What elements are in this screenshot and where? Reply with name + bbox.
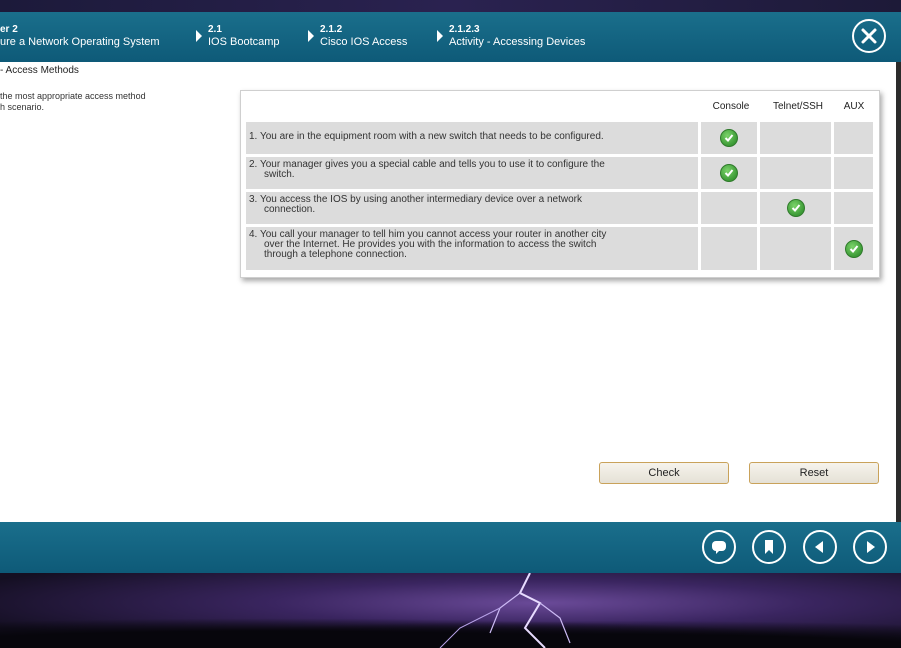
comment-icon	[712, 541, 726, 554]
column-header-telnet-ssh: Telnet/SSH	[772, 101, 824, 112]
column-header-aux: AUX	[843, 101, 865, 112]
drop-cell-aux[interactable]	[834, 192, 873, 224]
scenario-text: switch.	[264, 169, 295, 180]
scenario-text: 2. Your manager gives you a special cabl…	[249, 159, 605, 170]
header-bar: er 2 ure a Network Operating System 2.1 …	[0, 12, 901, 62]
drop-cell-console[interactable]	[701, 192, 757, 224]
breadcrumb-label: IOS Bootcamp	[208, 36, 280, 48]
previous-icon	[815, 541, 823, 553]
activity-panel: Console Telnet/SSH AUX 1. You are in the…	[240, 90, 880, 278]
check-button[interactable]: Check	[599, 462, 729, 484]
scenario-text: through a telephone connection.	[264, 249, 407, 260]
instructions: the most appropriate access method h sce…	[0, 91, 190, 113]
breadcrumb-number: 2.1	[208, 24, 222, 35]
check-icon	[720, 129, 738, 147]
breadcrumb-section[interactable]: 2.1 IOS Bootcamp	[196, 23, 280, 49]
drop-cell-telnet-ssh[interactable]	[760, 227, 831, 270]
right-edge	[896, 62, 901, 522]
content-area: - Access Methods the most appropriate ac…	[0, 62, 901, 522]
bookmark-icon	[765, 540, 773, 554]
breadcrumb-label: Activity - Accessing Devices	[449, 36, 586, 48]
breadcrumb-number: er 2	[0, 24, 18, 35]
breadcrumb-arrow-icon	[196, 30, 202, 42]
drop-cell-console[interactable]	[701, 157, 757, 189]
scenario-row-2[interactable]: 2. Your manager gives you a special cabl…	[246, 157, 698, 189]
drop-cell-aux[interactable]	[834, 122, 873, 154]
reset-button[interactable]: Reset	[749, 462, 879, 484]
scenario-text: connection.	[264, 204, 316, 215]
check-icon	[844, 239, 863, 258]
breadcrumb-arrow-icon	[308, 30, 314, 42]
breadcrumb-subsection[interactable]: 2.1.2 Cisco IOS Access	[308, 23, 408, 49]
column-header-console: Console	[712, 101, 750, 112]
drop-cell-console[interactable]	[701, 122, 757, 154]
breadcrumb-number: 2.1.2	[320, 24, 343, 35]
drop-cell-telnet-ssh[interactable]	[760, 192, 831, 224]
next-icon	[867, 541, 875, 553]
scenario-row-4[interactable]: 4. You call your manager to tell him you…	[246, 227, 698, 270]
check-icon	[786, 199, 805, 217]
scenario-row-1[interactable]: 1. You are in the equipment room with a …	[246, 122, 698, 154]
drop-cell-aux[interactable]	[834, 227, 873, 270]
lightning-image	[439, 573, 571, 648]
check-icon	[720, 164, 738, 182]
scenario-text: 1. You are in the equipment room with a …	[249, 131, 604, 142]
drop-cell-console[interactable]	[701, 227, 757, 270]
breadcrumb-label: ure a Network Operating System	[0, 36, 160, 48]
footer-bar	[0, 522, 901, 573]
section-title: - Access Methods	[0, 65, 79, 76]
breadcrumb-arrow-icon	[437, 30, 443, 42]
bookmark-button[interactable]	[752, 530, 786, 564]
breadcrumb-number: 2.1.2.3	[449, 24, 480, 35]
scenario-row-3[interactable]: 3. You access the IOS by using another i…	[246, 192, 698, 224]
breadcrumb-activity[interactable]: 2.1.2.3 Activity - Accessing Devices	[437, 23, 586, 49]
breadcrumb-label: Cisco IOS Access	[320, 36, 408, 48]
previous-button[interactable]	[803, 530, 837, 564]
instructions-line: h scenario.	[0, 102, 45, 112]
comment-button[interactable]	[702, 530, 736, 564]
drop-cell-aux[interactable]	[834, 157, 873, 189]
close-button[interactable]	[852, 19, 886, 53]
drop-cell-telnet-ssh[interactable]	[760, 122, 831, 154]
close-icon	[861, 28, 877, 44]
scenario-text: 3. You access the IOS by using another i…	[249, 194, 582, 205]
breadcrumb-chapter[interactable]: er 2 ure a Network Operating System	[0, 23, 160, 49]
background-top	[0, 0, 901, 12]
drop-cell-telnet-ssh[interactable]	[760, 157, 831, 189]
next-button[interactable]	[853, 530, 887, 564]
instructions-line: the most appropriate access method	[0, 91, 146, 101]
